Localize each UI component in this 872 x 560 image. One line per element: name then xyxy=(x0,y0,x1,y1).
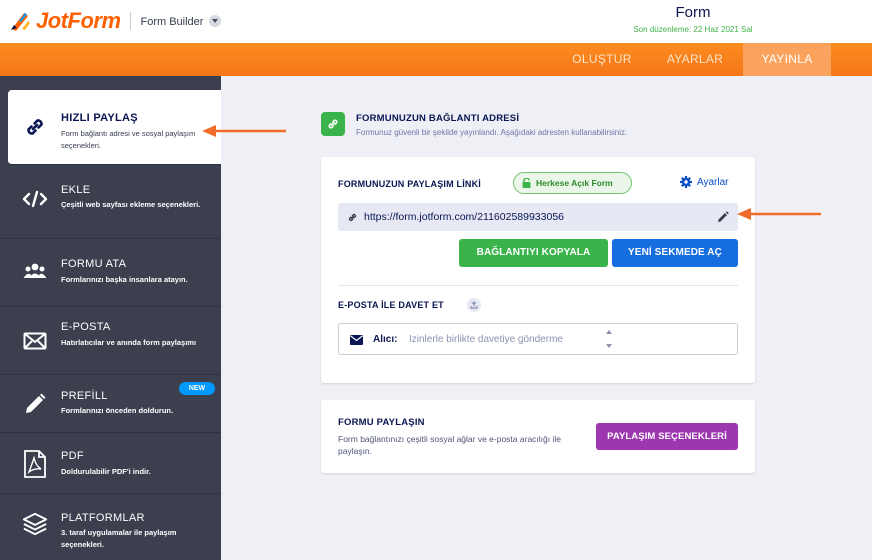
sidebar-item-title: HIZLI PAYLAŞ xyxy=(61,112,138,124)
upload-icon[interactable] xyxy=(467,298,481,312)
header-divider xyxy=(129,12,131,30)
recipient-label: Alıcı: xyxy=(373,334,398,345)
settings-link[interactable]: Ayarlar xyxy=(680,176,729,188)
settings-label: Ayarlar xyxy=(697,176,729,188)
sidebar-item-title: E-POSTA xyxy=(61,321,111,333)
layers-icon xyxy=(22,511,48,537)
sidebar-item-prefill[interactable]: NEW PREFİLL Formlarınızı önceden dolduru… xyxy=(0,376,221,433)
jotform-logo[interactable]: JotForm Form Builder xyxy=(8,6,222,36)
sidebar-item-desc: Form bağlantı adresi ve sosyal paylaşım … xyxy=(61,129,196,150)
envelope-icon xyxy=(22,328,48,354)
public-form-label: Herkese Açık Form xyxy=(536,178,613,188)
scroll-arrows-icon[interactable] xyxy=(605,327,613,351)
sidebar-item-assign[interactable]: FORMU ATA Formlarınızı başka insanlara a… xyxy=(0,240,221,307)
sidebar-item-title: PDF xyxy=(61,450,84,462)
section-divider xyxy=(338,285,738,286)
nav-tab-olustur[interactable]: OLUŞTUR xyxy=(566,43,638,76)
publish-sidebar: HIZLI PAYLAŞ Form bağlantı adresi ve sos… xyxy=(0,76,221,560)
sidebar-item-desc: Hatırlatıcılar ve anında form paylaşımı xyxy=(61,338,197,347)
page-subtitle: Formunuz güvenli bir şekilde yayınlandı.… xyxy=(356,128,628,137)
share-link-card: FORMUNUZUN PAYLAŞIM LİNKİ Herkese Açık F… xyxy=(321,157,755,383)
annotation-arrow-left xyxy=(737,208,821,220)
share-form-title: FORMU PAYLAŞIN xyxy=(338,417,425,428)
copy-link-button[interactable]: BAĞLANTIYI KOPYALA xyxy=(459,239,608,267)
new-badge: NEW xyxy=(179,382,215,395)
last-edited-status: Son düzenleme: 22 Haz 2021 Sal xyxy=(633,25,753,34)
share-form-description: Form bağlantınızı çeşitli sosyal ağlar v… xyxy=(338,434,561,456)
top-header: JotForm Form Builder Form Son düzenleme:… xyxy=(0,0,872,43)
sidebar-item-pdf[interactable]: PDF Doldurulabilir PDF'i indir. xyxy=(0,434,221,494)
code-icon xyxy=(22,186,48,212)
users-icon xyxy=(22,258,48,284)
sidebar-item-desc: Formlarınızı başka insanlara atayın. xyxy=(61,275,188,284)
open-in-new-tab-button[interactable]: YENİ SEKMEDE AÇ xyxy=(612,239,738,267)
sidebar-item-title: FORMU ATA xyxy=(61,258,127,270)
sidebar-item-email[interactable]: E-POSTA Hatırlatıcılar ve anında form pa… xyxy=(0,308,221,375)
gear-icon xyxy=(680,176,692,188)
share-form-card: FORMU PAYLAŞIN Form bağlantınızı çeşitli… xyxy=(321,400,755,473)
nav-tab-yayinla[interactable]: YAYINLA xyxy=(743,43,831,76)
sidebar-item-title: PREFİLL xyxy=(61,390,108,402)
jotform-logo-icon xyxy=(11,13,30,31)
nav-tab-ayarlar[interactable]: AYARLAR xyxy=(658,43,732,76)
sidebar-item-desc: Doldurulabilir PDF'i indir. xyxy=(61,467,151,476)
form-url[interactable]: https://form.jotform.com/211602589933056 xyxy=(364,211,564,223)
share-options-button[interactable]: PAYLAŞIM SEÇENEKLERİ xyxy=(596,423,738,450)
share-link-title: FORMUNUZUN PAYLAŞIM LİNKİ xyxy=(338,179,481,189)
link-icon xyxy=(22,114,48,140)
link-icon xyxy=(321,112,345,136)
brand-name: JotForm xyxy=(36,8,121,33)
invite-recipient-field[interactable]: Alıcı: İzinlerle birlikte davetiye gönde… xyxy=(338,323,738,355)
lock-icon xyxy=(522,178,531,188)
sidebar-item-desc: Formlarınızı önceden doldurun. xyxy=(61,406,174,415)
form-url-field[interactable]: https://form.jotform.com/211602589933056 xyxy=(338,203,738,231)
sidebar-item-title: PLATFORMLAR xyxy=(61,512,145,524)
public-form-badge[interactable]: Herkese Açık Form xyxy=(513,172,632,194)
sidebar-item-desc: Çeşitli web sayfası ekleme seçenekleri. xyxy=(61,200,201,209)
sidebar-item-quick-share[interactable]: HIZLI PAYLAŞ Form bağlantı adresi ve sos… xyxy=(8,90,221,165)
main-nav: OLUŞTUR AYARLAR YAYINLA xyxy=(0,43,872,76)
form-builder-label: Form Builder xyxy=(140,15,204,28)
chevron-down-icon[interactable] xyxy=(209,14,222,27)
sidebar-item-desc: 3. taraf uygulamalar ile paylaşım seçene… xyxy=(61,528,177,549)
page-title: FORMUNUZUN BAĞLANTI ADRESİ xyxy=(356,113,520,124)
edit-pencil-icon[interactable] xyxy=(717,211,729,223)
sidebar-item-title: EKLE xyxy=(61,184,91,196)
pdf-icon xyxy=(22,450,48,478)
sidebar-item-embed[interactable]: EKLE Çeşitli web sayfası ekleme seçenekl… xyxy=(0,166,221,239)
envelope-icon xyxy=(350,335,363,345)
link-icon xyxy=(348,213,357,222)
form-builder-menu[interactable]: Form Builder xyxy=(140,14,222,28)
invite-by-email-title: E-POSTA İLE DAVET ET xyxy=(338,300,444,310)
pencil-icon xyxy=(22,391,48,417)
recipient-input[interactable]: İzinlerle birlikte davetiye gönderme xyxy=(409,334,595,345)
annotation-arrow-left xyxy=(202,125,286,137)
sidebar-item-platforms[interactable]: PLATFORMLAR 3. taraf uygulamalar ile pay… xyxy=(0,495,221,560)
form-title[interactable]: Form xyxy=(600,4,786,21)
